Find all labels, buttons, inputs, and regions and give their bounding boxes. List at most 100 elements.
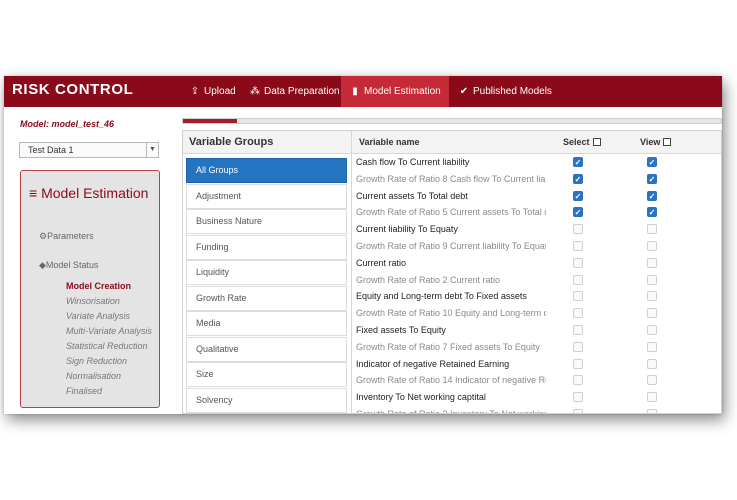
- status-step[interactable]: Multi-Variate Analysis: [66, 326, 152, 336]
- view-checkbox[interactable]: [647, 224, 657, 235]
- view-checkbox[interactable]: [647, 308, 657, 319]
- table-row: Current ratio: [352, 255, 721, 272]
- table-row: Cash flow To Current liability ✓ ✓: [352, 154, 721, 171]
- table-row: Growth Rate of Ratio 10 Equity and Long-…: [352, 305, 721, 322]
- header-variable-name: Variable name: [359, 137, 420, 147]
- select-checkbox[interactable]: [573, 341, 583, 352]
- select-checkbox[interactable]: [573, 392, 583, 403]
- select-checkbox[interactable]: [573, 224, 583, 235]
- select-checkbox[interactable]: [573, 409, 583, 413]
- select-checkbox[interactable]: ✓: [573, 157, 583, 167]
- variable-name: Fixed assets To Equity: [356, 325, 446, 335]
- select-checkbox[interactable]: ✓: [573, 207, 583, 218]
- variable-name: Growth Rate of Ratio 10 Equity and Long-…: [356, 308, 546, 319]
- status-step[interactable]: Statistical Reduction: [66, 341, 148, 351]
- menu-icon: ≡: [29, 185, 38, 201]
- select-checkbox[interactable]: [573, 358, 583, 369]
- variable-name: Current liability To Equaty: [356, 224, 458, 235]
- table-row: Indicator of negative Retained Earning: [352, 356, 721, 373]
- chevron-down-icon[interactable]: ▼: [146, 143, 158, 157]
- variables-table-header: Variable name Select View: [352, 131, 721, 154]
- panel-title-text: Model Estimation: [41, 185, 149, 201]
- nav-label: Published Models: [473, 86, 552, 97]
- view-checkbox[interactable]: [647, 392, 657, 403]
- dataset-select-value: Test Data 1: [28, 145, 74, 155]
- view-checkbox[interactable]: [647, 241, 657, 251]
- top-navbar: RISK CONTROL ⇪ Upload ⁂ Data Preparation ▮ Mo…: [4, 76, 722, 107]
- group-item-growth-rate[interactable]: Growth Rate: [186, 285, 347, 311]
- view-checkbox[interactable]: [647, 257, 657, 268]
- variable-name: Equity and Long-term debt To Fixed asset…: [356, 291, 527, 302]
- group-item-funding[interactable]: Funding: [186, 234, 347, 260]
- view-checkbox[interactable]: ✓: [647, 173, 657, 184]
- table-row: Growth Rate of Ratio 3 Inventory To Net …: [352, 406, 721, 414]
- view-checkbox[interactable]: ✓: [647, 190, 657, 201]
- check-circle-icon: ✔: [459, 86, 469, 97]
- model-name-label: Model: model_test_46: [20, 119, 115, 129]
- view-all-checkbox[interactable]: [663, 138, 671, 146]
- view-checkbox[interactable]: [647, 341, 657, 352]
- bar-chart-icon: ▮: [352, 86, 358, 97]
- status-step[interactable]: Finalised: [66, 386, 102, 396]
- variable-name: Growth Rate of Ratio 2 Current ratio: [356, 274, 501, 285]
- sitemap-icon: ⁂: [250, 86, 260, 97]
- status-step[interactable]: Model Creation: [66, 281, 131, 291]
- view-checkbox[interactable]: [647, 409, 657, 413]
- nav-data-preparation[interactable]: ⁂ Data Preparation: [241, 76, 340, 107]
- group-item-media[interactable]: Media: [186, 311, 347, 336]
- view-checkbox[interactable]: [647, 375, 657, 386]
- variable-name: Growth Rate of Ratio 7 Fixed assets To E…: [356, 341, 540, 352]
- select-checkbox[interactable]: [573, 308, 583, 319]
- variable-name: Growth Rate of Ratio 9 Current liability…: [356, 241, 546, 251]
- table-row: Equity and Long-term debt To Fixed asset…: [352, 288, 721, 305]
- parameters-link[interactable]: ⚙Parameters: [39, 231, 94, 242]
- select-checkbox[interactable]: ✓: [573, 190, 583, 201]
- variable-name: Indicator of negative Retained Earning: [356, 358, 510, 369]
- variable-name: Current assets To Total debt: [356, 190, 468, 201]
- group-item-business-nature[interactable]: Business Nature: [186, 209, 347, 234]
- variable-name: Growth Rate of Ratio 3 Inventory To Net …: [356, 409, 546, 414]
- nav-label: Model Estimation: [364, 86, 441, 97]
- select-checkbox[interactable]: ✓: [573, 173, 583, 184]
- model-status-link[interactable]: ◆Model Status: [39, 260, 98, 271]
- view-checkbox[interactable]: [647, 274, 657, 285]
- status-step[interactable]: Sign Reduction: [66, 356, 127, 366]
- variable-selection-panel: Variable Groups All Groups Adjustment Busi…: [182, 130, 722, 414]
- dataset-select[interactable]: Test Data 1 ▼: [19, 142, 159, 158]
- view-checkbox[interactable]: [647, 325, 657, 335]
- group-item-all-groups[interactable]: All Groups: [186, 158, 347, 183]
- view-checkbox[interactable]: [647, 291, 657, 302]
- table-row: Growth Rate of Ratio 7 Fixed assets To E…: [352, 339, 721, 356]
- select-checkbox[interactable]: [573, 325, 583, 335]
- group-item-qualitative[interactable]: Qualitative: [186, 336, 347, 362]
- status-step[interactable]: Variate Analysis: [66, 311, 130, 321]
- group-item-adjustment[interactable]: Adjustment: [186, 183, 347, 209]
- nav-model-estimation[interactable]: ▮ Model Estimation: [341, 76, 449, 107]
- select-checkbox[interactable]: [573, 291, 583, 302]
- progress-bar: [182, 118, 722, 124]
- status-step[interactable]: Normalisation: [66, 371, 121, 381]
- nav-published-models[interactable]: ✔ Published Models: [450, 76, 554, 107]
- group-item-solvency[interactable]: Solvency: [186, 387, 347, 413]
- select-checkbox[interactable]: [573, 241, 583, 251]
- table-row: Growth Rate of Ratio 2 Current ratio: [352, 272, 721, 289]
- select-checkbox[interactable]: [573, 257, 583, 268]
- variable-name: Growth Rate of Ratio 14 Indicator of neg…: [356, 375, 546, 386]
- select-checkbox[interactable]: [573, 375, 583, 386]
- table-row: Fixed assets To Equity: [352, 322, 721, 339]
- view-checkbox[interactable]: ✓: [647, 157, 657, 167]
- parameters-label: Parameters: [47, 231, 94, 241]
- status-step[interactable]: Winsorisation: [66, 296, 120, 306]
- header-view: View: [640, 137, 661, 147]
- model-estimation-panel: ≡ Model Estimation ⚙Parameters ◆Model St…: [20, 170, 160, 408]
- select-all-checkbox[interactable]: [593, 138, 601, 146]
- view-checkbox[interactable]: ✓: [647, 207, 657, 218]
- view-checkbox[interactable]: [647, 358, 657, 369]
- app-window: RISK CONTROL ⇪ Upload ⁂ Data Preparation ▮ Mo…: [4, 76, 722, 414]
- group-item-size[interactable]: Size: [186, 362, 347, 387]
- variable-name: Inventory To Net working captital: [356, 392, 486, 403]
- variable-groups-header: Variable Groups: [183, 131, 351, 154]
- table-row: Current assets To Total debt ✓ ✓: [352, 188, 721, 205]
- select-checkbox[interactable]: [573, 274, 583, 285]
- group-item-liquidity[interactable]: Liquidity: [186, 260, 347, 285]
